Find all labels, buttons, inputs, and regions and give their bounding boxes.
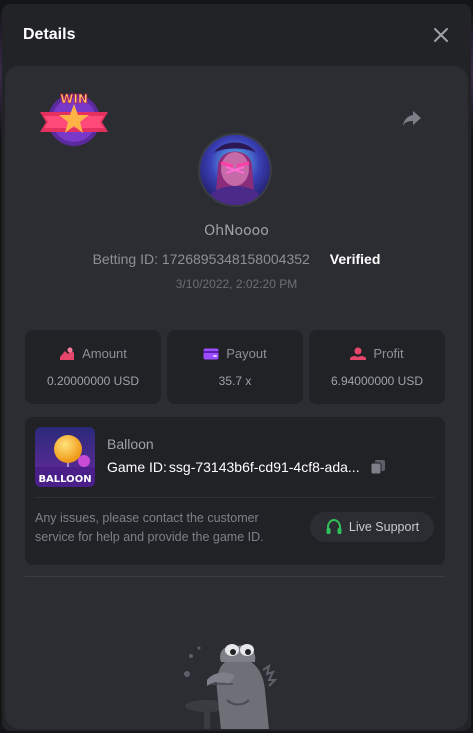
details-modal: Details WIN OhNoooo Betting ID: 17268953… <box>2 4 471 731</box>
close-button[interactable] <box>431 25 451 45</box>
stat-profit-value: 6.94000000 USD <box>330 374 424 388</box>
game-id-label: Game ID: <box>107 459 167 475</box>
support-message: Any issues, please contact the customer … <box>35 511 264 544</box>
game-id-row: Game ID: ssg-73143b6f-cd91-4cf8-ada... <box>107 459 386 475</box>
game-id-value: ssg-73143b6f-cd91-4cf8-ada... <box>168 459 360 475</box>
stat-amount-value: 0.20000000 USD <box>46 374 140 388</box>
stat-amount-label: Amount <box>82 346 127 361</box>
player-username: OhNoooo <box>204 223 269 239</box>
game-panel: BALLOON Balloon Game ID: ssg-73143b6f-cd… <box>25 417 445 565</box>
payout-icon <box>203 348 219 359</box>
balloon-game-icon: BALLOON <box>35 427 95 487</box>
headset-icon <box>326 518 342 534</box>
stat-amount: Amount 0.20000000 USD <box>25 330 161 404</box>
stat-profit-label: Profit <box>373 346 404 361</box>
share-button[interactable] <box>400 106 424 130</box>
copy-icon <box>370 460 385 475</box>
share-icon <box>403 111 421 126</box>
avatar-image <box>200 135 270 205</box>
verified-badge: Verified <box>329 251 381 267</box>
stat-payout: Payout 35.7 x <box>167 330 303 404</box>
live-support-button[interactable]: Live Support <box>310 512 434 542</box>
bet-timestamp: 3/10/2022, 2:02:20 PM <box>175 277 298 291</box>
live-support-label: Live Support <box>348 520 420 534</box>
bet-details-card: WIN OhNoooo Betting ID: 1726895348158004… <box>5 66 468 729</box>
amount-icon <box>60 347 75 360</box>
stat-payout-value: 35.7 x <box>218 374 252 388</box>
player-avatar <box>198 133 272 207</box>
modal-header: Details <box>2 4 471 66</box>
game-name: Balloon <box>107 436 154 452</box>
betting-id-value: 1726895348158004352 <box>161 251 310 267</box>
section-divider <box>25 576 445 577</box>
modal-title: Details <box>23 26 76 43</box>
copy-game-id-button[interactable] <box>370 459 386 475</box>
stat-profit: Profit 6.94000000 USD <box>309 330 445 404</box>
profit-icon <box>350 347 367 360</box>
bet-stats: Amount 0.20000000 USD Payout 35.7 x Prof… <box>25 330 445 404</box>
crocodile-mascot-icon <box>184 644 278 729</box>
game-thumb-text: BALLOON <box>38 474 91 485</box>
panel-divider <box>35 497 435 498</box>
betting-id: Betting ID: 1726895348158004352 <box>93 251 310 267</box>
close-icon <box>434 28 448 42</box>
betting-id-label: Betting ID: <box>92 251 158 267</box>
win-badge-icon: WIN <box>40 92 108 146</box>
win-badge-text: WIN <box>60 92 88 106</box>
game-thumbnail[interactable]: BALLOON <box>35 427 95 487</box>
stat-payout-label: Payout <box>226 346 267 361</box>
betting-id-row: Betting ID: 1726895348158004352 Verified <box>5 251 468 267</box>
